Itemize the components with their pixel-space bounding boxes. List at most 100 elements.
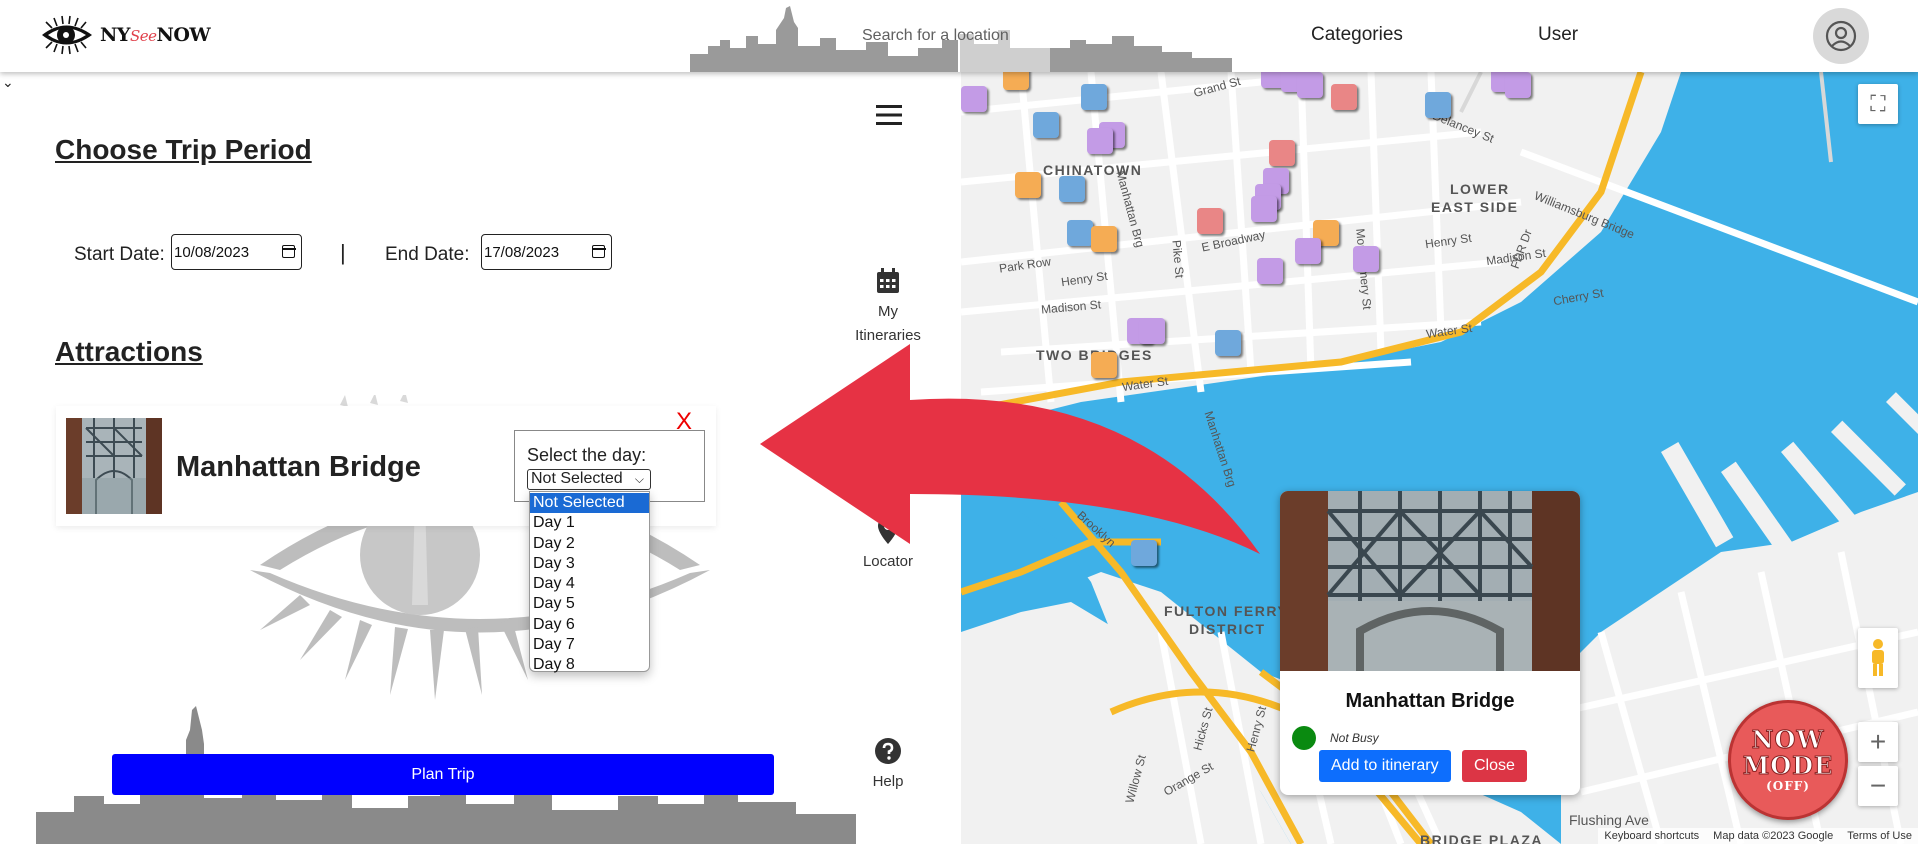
neighborhood-label: LOWER [1450, 181, 1510, 197]
day-options-list: Not Selected Day 1 Day 2 Day 3 Day 4 Day… [529, 491, 650, 675]
gallery-marker-icon[interactable] [1251, 196, 1277, 222]
gallery-marker-icon[interactable] [1087, 128, 1113, 154]
now-mode-line2: MODE [1742, 751, 1834, 780]
start-date-label: Start Date: [74, 244, 165, 265]
gallery-marker-icon[interactable] [1297, 72, 1323, 98]
user-menu[interactable]: User [1538, 24, 1578, 46]
now-mode-line3: (OFF) [1766, 779, 1810, 793]
date-separator: | [340, 240, 346, 265]
place-title: Manhattan Bridge [1345, 690, 1515, 712]
day-selector-label: Select the day: [527, 445, 647, 465]
location-marker-icon[interactable] [1131, 540, 1157, 566]
gallery-marker-icon[interactable] [961, 86, 987, 112]
food-marker-icon[interactable] [1003, 72, 1029, 90]
end-date-value: 17/08/2023 [484, 243, 560, 261]
add-to-itinerary-button[interactable]: Add to itinerary [1319, 750, 1451, 782]
search-input[interactable] [862, 22, 1062, 50]
locator-menu-item[interactable]: Locator [848, 516, 928, 574]
start-date-input[interactable]: 10/08/2023 [171, 234, 302, 270]
day-option[interactable]: Day 4 [530, 574, 649, 594]
map-data-credit: Map data ©2023 Google [1713, 830, 1834, 842]
logo-wordmark: NYSeeNOW [100, 24, 211, 46]
gallery-marker-icon[interactable] [1505, 72, 1531, 98]
bridge-photo-image [66, 418, 162, 514]
top-header: NYSeeNOW Categories User [0, 0, 1918, 72]
day-option[interactable]: Day 3 [530, 554, 649, 574]
street-view-pegman-icon[interactable] [1858, 628, 1898, 688]
location-marker-icon[interactable] [1059, 176, 1085, 202]
food-marker-icon[interactable] [1015, 172, 1041, 198]
trip-period-heading: Choose Trip Period [55, 134, 312, 165]
question-circle-icon [875, 738, 901, 764]
logo-now: NOW [156, 24, 211, 46]
chevron-down-icon: ⌵ [634, 472, 644, 486]
eye-logo-icon [42, 15, 92, 55]
busy-status-indicator [1292, 726, 1316, 750]
day-option[interactable]: Not Selected [530, 493, 649, 514]
logo-ny: NY [100, 24, 130, 46]
app-root: NYSeeNOW Categories User [0, 0, 1918, 844]
pegman-icon [1872, 639, 1884, 676]
user-avatar[interactable] [1813, 8, 1869, 64]
calendar-icon [877, 268, 899, 293]
day-option[interactable]: Day 8 [530, 655, 649, 675]
now-mode-line1: NOW [1751, 725, 1825, 754]
attraction-thumbnail [66, 418, 162, 514]
location-marker-icon[interactable] [1215, 330, 1241, 356]
start-date-value: 10/08/2023 [174, 243, 250, 261]
gallery-marker-icon[interactable] [1295, 238, 1321, 264]
location-pin-icon [878, 516, 898, 544]
day-option[interactable]: Day 2 [530, 534, 649, 554]
help-menu-item[interactable]: Help [848, 738, 928, 794]
day-option[interactable]: Day 6 [530, 615, 649, 635]
day-option[interactable]: Day 5 [530, 594, 649, 614]
calendar-picker-icon[interactable] [281, 245, 296, 258]
gallery-marker-icon[interactable] [1257, 258, 1283, 284]
place-photo-image [1280, 491, 1580, 671]
location-marker-icon[interactable] [1067, 220, 1093, 246]
hamburger-icon[interactable] [876, 104, 902, 126]
terms-of-use-link[interactable]: Terms of Use [1847, 830, 1912, 842]
neighborhood-label: DISTRICT [1189, 621, 1266, 637]
calendar-picker-icon[interactable] [591, 245, 606, 258]
locator-label: Locator [862, 553, 914, 570]
now-mode-toggle-button[interactable]: NOW MODE (OFF) [1728, 700, 1848, 820]
museum-marker-icon[interactable] [1331, 84, 1357, 110]
map-attribution-bar: Keyboard shortcuts Map data ©2023 Google… [1598, 828, 1918, 844]
museum-marker-icon[interactable] [1269, 140, 1295, 166]
my-itineraries-label-line2: Itineraries [855, 327, 921, 344]
neighborhood-label: BRIDGE PLAZA [1420, 832, 1543, 844]
zoom-out-button[interactable]: − [1858, 766, 1898, 806]
day-select-dropdown[interactable]: Not Selected ⌵ [527, 469, 651, 490]
end-date-label: End Date: [385, 244, 470, 265]
logo-see: See [129, 27, 157, 45]
categories-menu[interactable]: Categories [1311, 24, 1403, 46]
help-label: Help [872, 773, 904, 790]
location-marker-icon[interactable] [1033, 112, 1059, 138]
street-label: Flushing Ave [1569, 812, 1649, 828]
museum-marker-icon[interactable] [1197, 208, 1223, 234]
day-option[interactable]: Day 7 [530, 635, 649, 655]
food-marker-icon[interactable] [1091, 226, 1117, 252]
location-marker-icon[interactable] [1425, 92, 1451, 118]
gallery-marker-icon[interactable] [1139, 318, 1165, 344]
my-itineraries-label-line1: My [878, 303, 898, 320]
neighborhood-label: EAST SIDE [1431, 199, 1519, 215]
close-info-button[interactable]: Close [1462, 750, 1527, 782]
attraction-name: Manhattan Bridge [176, 451, 421, 483]
attractions-heading: Attractions [55, 336, 203, 367]
keyboard-shortcuts-link[interactable]: Keyboard shortcuts [1604, 830, 1699, 842]
location-marker-icon[interactable] [1081, 84, 1107, 110]
busy-status-text: Not Busy [1330, 731, 1379, 745]
food-marker-icon[interactable] [1091, 352, 1117, 378]
collapse-panel-chevron-icon[interactable]: ⌄ [2, 74, 14, 91]
end-date-input[interactable]: 17/08/2023 [481, 234, 612, 270]
my-itineraries-menu-item[interactable]: My Itineraries [848, 268, 928, 348]
user-circle-icon [1825, 20, 1857, 52]
plan-trip-button[interactable]: Plan Trip [112, 754, 774, 795]
fullscreen-icon[interactable]: ⛶ [1858, 84, 1898, 124]
day-option[interactable]: Day 1 [530, 513, 649, 533]
app-logo[interactable]: NYSeeNOW [40, 14, 211, 56]
zoom-in-button[interactable]: + [1858, 722, 1898, 762]
gallery-marker-icon[interactable] [1353, 246, 1379, 272]
